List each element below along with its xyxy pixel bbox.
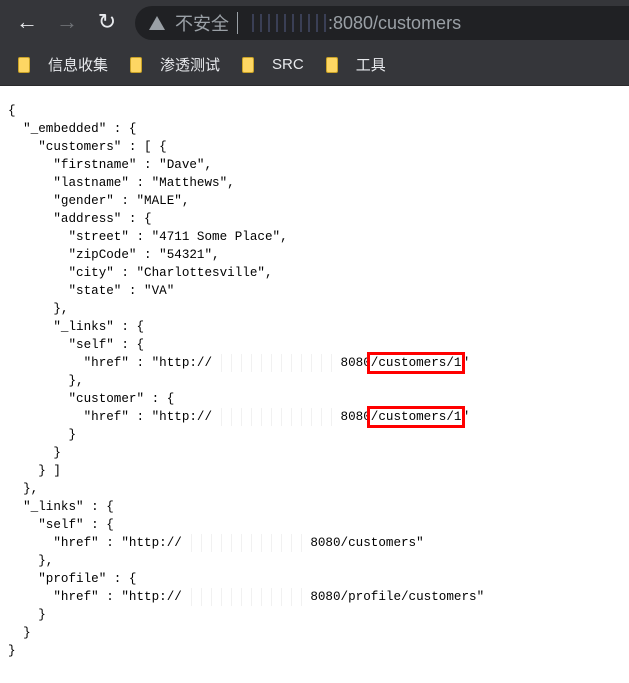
json-line: "href" : "http://xxxxxxxxxxxxxxxxx8080/c… xyxy=(8,352,629,374)
json-text: "address" : { xyxy=(8,212,152,226)
folder-icon xyxy=(325,56,338,73)
json-text: { xyxy=(8,104,16,118)
json-line: "href" : "http://xxxxxxxxxxxxxxxxx8080/p… xyxy=(8,588,629,606)
bookmark-folder[interactable]: SRC xyxy=(242,56,304,73)
security-label: 不安全 xyxy=(175,14,229,34)
json-text: "city" : "Charlottesville", xyxy=(8,266,273,280)
json-line: "self" : { xyxy=(8,336,629,354)
bookmark-label: 渗透测试 xyxy=(160,57,221,74)
json-text: "_embedded" : { xyxy=(8,122,137,136)
back-icon[interactable]: ← xyxy=(14,9,40,35)
json-text: "href" : "http:// xyxy=(8,410,213,424)
json-text: "href" : "http:// xyxy=(8,590,182,604)
bookmark-folder[interactable]: 信息收集 xyxy=(18,54,108,75)
json-line: "street" : "4711 Some Place", xyxy=(8,228,629,246)
json-text: } xyxy=(8,644,16,658)
json-text: "firstname" : "Dave", xyxy=(8,158,213,172)
json-text: 8080 xyxy=(340,356,371,370)
json-text: "self" : { xyxy=(8,338,145,352)
json-body: { "_embedded" : { "customers" : [ { "fir… xyxy=(0,86,629,660)
json-line: "lastname" : "Matthews", xyxy=(8,174,629,192)
json-text: "profile" : { xyxy=(8,572,137,586)
json-line: } xyxy=(8,444,629,462)
json-text: "href" : "http:// xyxy=(8,356,213,370)
json-line: "city" : "Charlottesville", xyxy=(8,264,629,282)
bookmark-label: 工具 xyxy=(355,57,386,74)
json-text: "self" : { xyxy=(8,518,114,532)
json-text: }, xyxy=(8,554,54,568)
json-line: "_links" : { xyxy=(8,318,629,336)
redacted-host: xxxxxxxxxxxxxxxxx xyxy=(181,588,311,606)
highlighted-path: /customers/1 xyxy=(366,352,466,374)
bookmark-label: 信息收集 xyxy=(48,57,109,74)
json-line: "address" : { xyxy=(8,210,629,228)
json-text: "lastname" : "Matthews", xyxy=(8,176,235,190)
folder-icon xyxy=(18,56,30,73)
json-text: "state" : "VA" xyxy=(8,284,175,298)
json-line: "customers" : [ { xyxy=(8,138,629,156)
folder-icon xyxy=(130,56,143,73)
json-text: } ] xyxy=(8,464,61,478)
json-text: } xyxy=(8,428,77,442)
json-line: } xyxy=(8,642,629,660)
json-line: "state" : "VA" xyxy=(8,282,629,300)
highlighted-path: /customers/1 xyxy=(366,406,466,428)
json-line: "customer" : { xyxy=(8,390,629,408)
json-line: "href" : "http://xxxxxxxxxxxxxxxxx8080/c… xyxy=(8,406,629,428)
json-line: } xyxy=(8,426,629,444)
json-text: } xyxy=(8,446,61,460)
json-line: "gender" : "MALE", xyxy=(8,192,629,210)
json-line: "self" : { xyxy=(8,516,629,534)
json-text: } xyxy=(8,626,31,640)
json-text: " xyxy=(461,410,470,424)
json-line: }, xyxy=(8,300,629,318)
json-line: }, xyxy=(8,372,629,390)
json-text: "customers" : [ { xyxy=(8,140,167,154)
address-bar[interactable]: 不安全 :8080/customers xyxy=(135,6,629,40)
json-line: } ] xyxy=(8,462,629,480)
bookmark-label: SRC xyxy=(272,56,304,73)
json-text: 8080/customers" xyxy=(310,536,424,550)
json-line: }, xyxy=(8,480,629,498)
json-line: } xyxy=(8,606,629,624)
json-line: "href" : "http://xxxxxxxxxxxxxxxxx8080/c… xyxy=(8,534,629,552)
browser-toolbar: ← → ↻ 不安全 :8080/customers xyxy=(0,0,629,44)
warning-icon xyxy=(149,16,165,30)
bookmark-folder[interactable]: 渗透测试 xyxy=(130,54,220,75)
json-line: "profile" : { xyxy=(8,570,629,588)
folder-icon xyxy=(242,56,255,73)
forward-icon[interactable]: → xyxy=(54,9,80,35)
json-text: }, xyxy=(8,374,84,388)
json-text: } xyxy=(8,608,46,622)
json-text: "gender" : "MALE", xyxy=(8,194,190,208)
bookmarks-bar: 信息收集 渗透测试 SRC 工具 xyxy=(0,44,629,86)
json-line: "firstname" : "Dave", xyxy=(8,156,629,174)
redacted-host: xxxxxxxxxxxxxxxxx xyxy=(181,534,311,552)
url-text: :8080/customers xyxy=(328,12,462,33)
redacted-host xyxy=(246,14,326,32)
redacted-host: xxxxxxxxxxxxxxxxx xyxy=(212,354,341,372)
json-text: "customer" : { xyxy=(8,392,175,406)
divider xyxy=(237,12,238,34)
json-line: }, xyxy=(8,552,629,570)
json-text: "href" : "http:// xyxy=(8,536,182,550)
json-text: }, xyxy=(8,482,39,496)
json-line: "_links" : { xyxy=(8,498,629,516)
json-line: { xyxy=(8,102,629,120)
json-text: " xyxy=(461,356,470,370)
json-line: "_embedded" : { xyxy=(8,120,629,138)
json-line: "zipCode" : "54321", xyxy=(8,246,629,264)
reload-icon[interactable]: ↻ xyxy=(94,9,120,35)
json-text: 8080/profile/customers" xyxy=(310,590,485,604)
json-text: 8080 xyxy=(340,410,371,424)
json-text: "zipCode" : "54321", xyxy=(8,248,220,262)
json-text: "_links" : { xyxy=(8,320,145,334)
json-text: }, xyxy=(8,302,69,316)
bookmark-folder[interactable]: 工具 xyxy=(325,54,386,75)
redacted-host: xxxxxxxxxxxxxxxxx xyxy=(212,408,341,426)
json-text: "_links" : { xyxy=(8,500,114,514)
json-line: } xyxy=(8,624,629,642)
json-text: "street" : "4711 Some Place", xyxy=(8,230,288,244)
